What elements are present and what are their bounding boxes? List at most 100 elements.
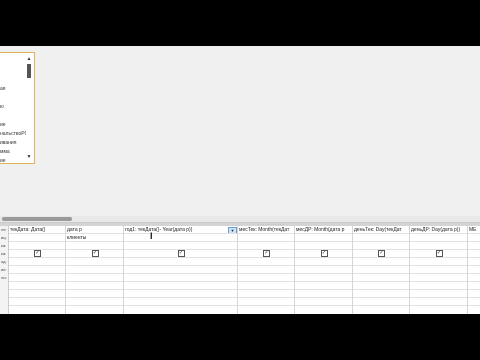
criteria-cell[interactable]	[410, 274, 467, 282]
criteria-cell[interactable]	[295, 258, 352, 266]
grid-column[interactable]: МЕ	[468, 226, 480, 314]
sort-cell[interactable]	[9, 242, 65, 250]
sort-cell[interactable]	[353, 242, 409, 250]
criteria-cell[interactable]	[9, 274, 65, 282]
criteria-cell[interactable]	[238, 290, 294, 298]
criteria-cell[interactable]	[295, 282, 352, 290]
grid-column[interactable]: месДР: Month(дата р ✓	[295, 226, 353, 314]
criteria-cell[interactable]	[9, 258, 65, 266]
field-list-item[interactable]	[0, 67, 26, 76]
table-cell[interactable]	[353, 234, 409, 242]
show-checkbox[interactable]: ✓	[91, 250, 99, 257]
field-list-item[interactable]: ие	[0, 121, 26, 130]
criteria-cell[interactable]	[238, 266, 294, 274]
criteria-cell[interactable]	[124, 298, 237, 306]
triangle-down-icon[interactable]: ▼	[26, 154, 32, 160]
criteria-cell[interactable]	[238, 274, 294, 282]
criteria-cell[interactable]	[353, 274, 409, 282]
show-checkbox[interactable]: ✓	[435, 250, 443, 257]
field-list-item[interactable]	[0, 76, 26, 85]
criteria-cell[interactable]	[468, 274, 480, 282]
field-list-scrollbar[interactable]: ▲ ▼	[26, 56, 32, 160]
criteria-cell[interactable]	[410, 298, 467, 306]
criteria-cell[interactable]	[410, 282, 467, 290]
criteria-cell[interactable]	[66, 274, 123, 282]
horizontal-scroll-thumb[interactable]	[2, 217, 72, 221]
field-cell[interactable]: текДата: Дата()	[9, 226, 65, 234]
criteria-cell[interactable]	[353, 282, 409, 290]
triangle-up-icon[interactable]: ▲	[26, 56, 32, 62]
criteria-cell[interactable]	[353, 298, 409, 306]
field-list-item[interactable]	[0, 58, 26, 67]
field-cell[interactable]: дата р	[66, 226, 123, 234]
criteria-cell[interactable]	[9, 266, 65, 274]
criteria-cell[interactable]	[124, 266, 237, 274]
field-list-item[interactable]: ивания	[0, 139, 26, 148]
show-cell[interactable]: ✓	[124, 250, 237, 258]
criteria-cell[interactable]	[66, 298, 123, 306]
criteria-cell[interactable]	[410, 290, 467, 298]
grid-column[interactable]: месТек: Month(текДат ✓	[238, 226, 295, 314]
show-checkbox[interactable]: ✓	[34, 250, 41, 257]
table-cell[interactable]	[9, 234, 65, 242]
criteria-cell[interactable]	[468, 282, 480, 290]
field-list-item[interactable]	[0, 112, 26, 121]
sort-cell[interactable]	[295, 242, 352, 250]
show-cell[interactable]: ✓	[66, 250, 123, 258]
grid-column[interactable]: дата р клиенты ✓	[66, 226, 124, 314]
criteria-cell[interactable]	[238, 282, 294, 290]
criteria-cell[interactable]	[468, 298, 480, 306]
criteria-cell[interactable]	[295, 298, 352, 306]
criteria-cell[interactable]	[9, 282, 65, 290]
sort-cell[interactable]	[124, 242, 237, 250]
criteria-cell[interactable]	[124, 290, 237, 298]
criteria-cell[interactable]	[353, 266, 409, 274]
show-cell[interactable]: ✓	[295, 250, 352, 258]
field-list-item[interactable]: мма	[0, 148, 26, 157]
criteria-cell[interactable]	[353, 290, 409, 298]
field-cell[interactable]: месТек: Month(текДат	[238, 226, 294, 234]
criteria-cell[interactable]	[295, 290, 352, 298]
field-list-item[interactable]: нальствоРС	[0, 130, 26, 139]
criteria-cell[interactable]	[410, 266, 467, 274]
show-cell[interactable]: ✓	[353, 250, 409, 258]
field-cell[interactable]: деньДР: Day(дата р))	[410, 226, 467, 234]
criteria-cell[interactable]	[66, 282, 123, 290]
table-field-list[interactable]: ая ю ие нальствоРС ивания мма ие ▲ ▼	[0, 52, 35, 164]
criteria-cell[interactable]	[66, 266, 123, 274]
dropdown-arrow-icon[interactable]: ▼	[228, 227, 237, 233]
criteria-cell[interactable]	[66, 290, 123, 298]
criteria-cell[interactable]	[410, 258, 467, 266]
table-cell[interactable]	[410, 234, 467, 242]
show-cell[interactable]: ✓	[410, 250, 467, 258]
show-checkbox[interactable]: ✓	[378, 250, 385, 257]
criteria-cell[interactable]	[238, 298, 294, 306]
sort-cell[interactable]	[468, 242, 480, 250]
criteria-cell[interactable]	[468, 258, 480, 266]
criteria-cell[interactable]	[124, 282, 237, 290]
grid-column[interactable]: год1: текДата()- Year(дата р)) ▼ ✓	[124, 226, 238, 314]
criteria-cell[interactable]	[468, 290, 480, 298]
criteria-cell[interactable]	[9, 290, 65, 298]
field-cell[interactable]: год1: текДата()- Year(дата р)) ▼	[124, 226, 237, 234]
sort-cell[interactable]	[410, 242, 467, 250]
field-list-item[interactable]	[0, 94, 26, 103]
show-cell[interactable]: ✓	[238, 250, 294, 258]
table-cell[interactable]	[295, 234, 352, 242]
criteria-cell[interactable]	[295, 266, 352, 274]
criteria-cell[interactable]	[66, 258, 123, 266]
show-checkbox[interactable]: ✓	[177, 250, 185, 257]
sort-cell[interactable]	[66, 242, 123, 250]
table-cell[interactable]	[468, 234, 480, 242]
criteria-cell[interactable]	[295, 274, 352, 282]
field-list-item[interactable]: ая	[0, 85, 26, 94]
criteria-cell[interactable]	[9, 298, 65, 306]
grid-column[interactable]: деньДР: Day(дата р)) ✓	[410, 226, 468, 314]
field-cell[interactable]: месДР: Month(дата р	[295, 226, 352, 234]
criteria-cell[interactable]	[468, 266, 480, 274]
table-cell[interactable]	[238, 234, 294, 242]
field-cell[interactable]: деньТек: Day(текДат	[353, 226, 409, 234]
field-list-item[interactable]: ие	[0, 157, 26, 163]
field-cell[interactable]: МЕ	[468, 226, 480, 234]
show-checkbox[interactable]: ✓	[263, 250, 270, 257]
